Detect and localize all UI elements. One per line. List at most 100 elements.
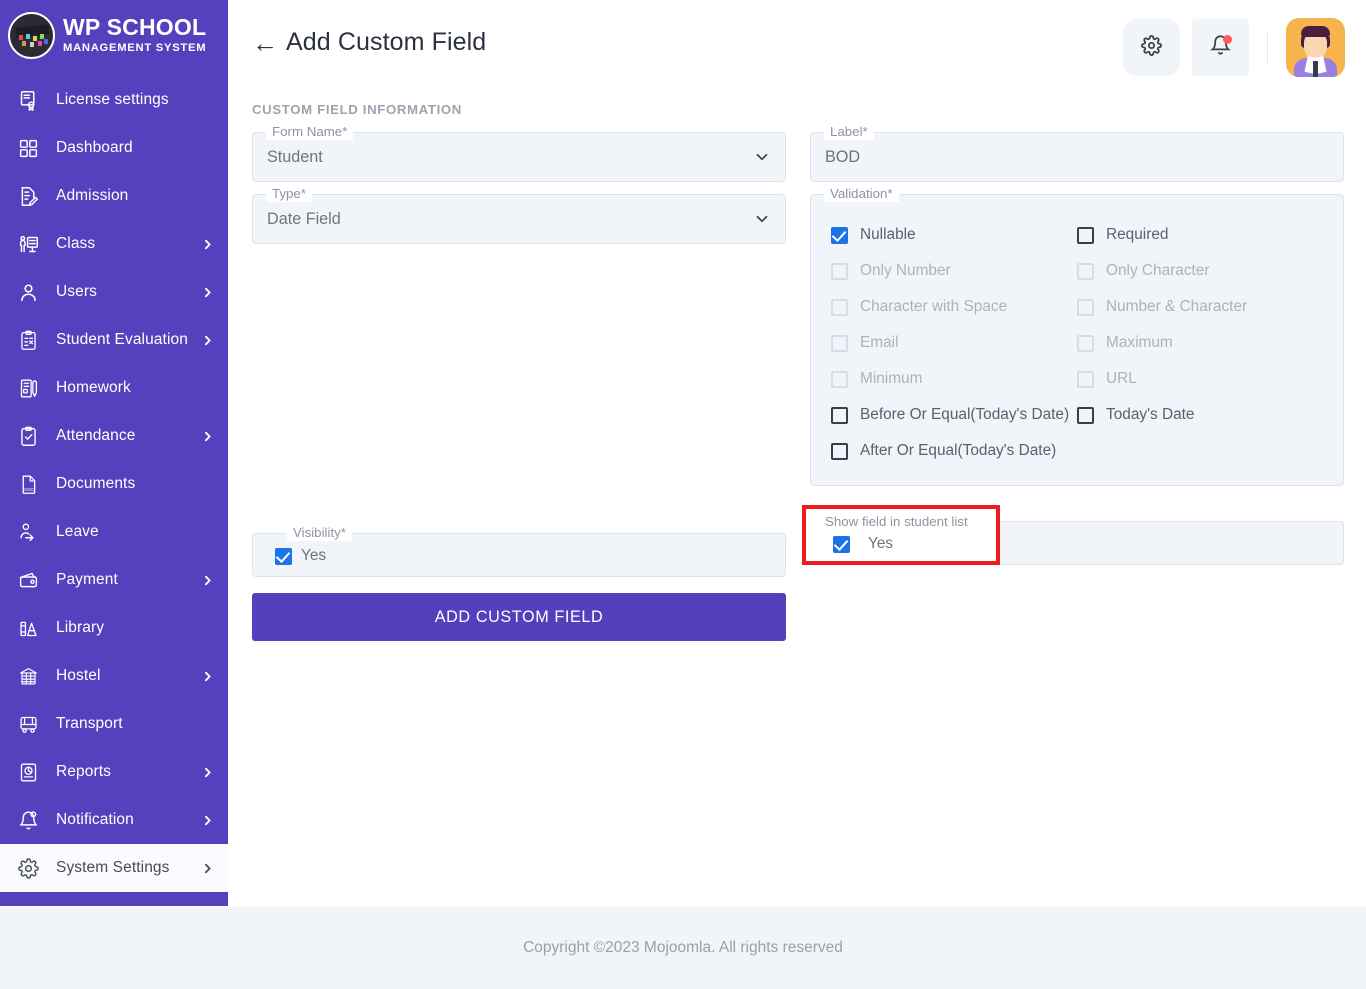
validation-checkbox[interactable]: [1077, 226, 1094, 244]
gear-icon: [1141, 34, 1162, 61]
validation-checkbox[interactable]: [831, 406, 848, 424]
type-select[interactable]: Type* Date Field: [252, 186, 786, 244]
validation-checkbox[interactable]: [831, 442, 848, 460]
label-value[interactable]: BOD: [811, 133, 1343, 181]
validation-checkbox[interactable]: [831, 226, 848, 244]
validation-option[interactable]: Before Or Equal(Today's Date): [831, 397, 1077, 433]
validation-option-label: Maximum: [1106, 334, 1173, 351]
sidebar: WP SCHOOL MANAGEMENT SYSTEM License sett…: [0, 0, 228, 906]
validation-option[interactable]: After Or Equal(Today's Date): [831, 433, 1077, 469]
validation-legend: Validation*: [824, 186, 899, 202]
validation-option-label: Today's Date: [1106, 406, 1195, 423]
notifications-button[interactable]: [1192, 19, 1249, 76]
validation-option[interactable]: Minimum: [831, 361, 1077, 397]
sidebar-item-class[interactable]: Class: [0, 220, 228, 268]
graduation-cap-logo-icon: [8, 11, 55, 59]
label-field[interactable]: Label* BOD: [810, 124, 1344, 182]
sidebar-item-label: Reports: [56, 763, 111, 780]
header-divider: [1267, 30, 1268, 65]
sidebar-item-payment[interactable]: Payment: [0, 556, 228, 604]
sidebar-item-attendance[interactable]: Attendance: [0, 412, 228, 460]
sidebar-item-leave[interactable]: Leave: [0, 508, 228, 556]
show-in-student-list-label: Yes: [868, 535, 894, 552]
sidebar-item-transport[interactable]: Transport: [0, 700, 228, 748]
back-arrow-icon[interactable]: ←: [252, 30, 280, 56]
header-actions: [1123, 18, 1345, 77]
visibility-yes-label: Yes: [301, 547, 327, 564]
report-chart-icon: [14, 759, 42, 785]
footer: Copyright ©2023 Mojoomla. All rights res…: [0, 906, 1366, 989]
app-root: WP SCHOOL MANAGEMENT SYSTEM License sett…: [0, 0, 1366, 989]
sidebar-item-label: License settings: [56, 91, 169, 108]
validation-checkbox[interactable]: [831, 370, 848, 388]
sidebar-item-hostel[interactable]: Hostel: [0, 652, 228, 700]
validation-option[interactable]: Nullable: [831, 217, 1077, 253]
visibility-yes-checkbox[interactable]: [275, 547, 292, 565]
sidebar-item-users[interactable]: Users: [0, 268, 228, 316]
brand[interactable]: WP SCHOOL MANAGEMENT SYSTEM: [0, 0, 228, 70]
validation-option[interactable]: Only Character: [1077, 253, 1323, 289]
validation-checkbox[interactable]: [1077, 370, 1094, 388]
show-in-student-list-field[interactable]: Show field in student list Yes: [802, 505, 1344, 565]
sidebar-item-student-evaluation[interactable]: Student Evaluation: [0, 316, 228, 364]
chevron-right-icon: [200, 237, 214, 251]
sidebar-item-library[interactable]: Library: [0, 604, 228, 652]
validation-option[interactable]: Email: [831, 325, 1077, 361]
settings-button[interactable]: [1123, 19, 1180, 76]
show-in-student-list-checkbox[interactable]: [833, 535, 850, 553]
validation-option-label: Only Number: [860, 262, 951, 279]
validation-option[interactable]: Character with Space: [831, 289, 1077, 325]
sidebar-item-admission[interactable]: Admission: [0, 172, 228, 220]
chevron-right-icon: [200, 429, 214, 443]
validation-option-label: Number & Character: [1106, 298, 1248, 315]
validation-checkbox[interactable]: [831, 334, 848, 352]
validation-option[interactable]: Number & Character: [1077, 289, 1323, 325]
validation-option[interactable]: Today's Date: [1077, 397, 1323, 433]
form-left-column: Form Name* Student Type* Date Field Visi…: [252, 124, 786, 641]
chevron-down-icon: [753, 210, 771, 228]
sidebar-item-license-settings[interactable]: License settings: [0, 76, 228, 124]
visibility-field[interactable]: Visibility* Yes: [252, 525, 786, 577]
validation-option-label: URL: [1106, 370, 1137, 387]
sidebar-item-label: Class: [56, 235, 96, 252]
validation-options-grid: Nullable Required Only Number Only Characte…: [831, 217, 1323, 469]
chevron-right-icon: [200, 669, 214, 683]
validation-option[interactable]: Required: [1077, 217, 1323, 253]
validation-option-label: Character with Space: [860, 298, 1008, 315]
bell-icon: [14, 807, 42, 833]
sidebar-item-label: Transport: [56, 715, 123, 732]
sidebar-item-label: Homework: [56, 379, 131, 396]
form-name-value: Student: [267, 147, 323, 166]
chevron-right-icon: [200, 285, 214, 299]
sidebar-item-documents[interactable]: DOC Documents: [0, 460, 228, 508]
type-legend: Type*: [266, 186, 313, 202]
chevron-right-icon: [200, 765, 214, 779]
validation-checkbox[interactable]: [831, 262, 848, 280]
wallet-icon: [14, 567, 42, 593]
form-name-select[interactable]: Form Name* Student: [252, 124, 786, 182]
sidebar-item-homework[interactable]: Homework: [0, 364, 228, 412]
chevron-right-icon: [200, 813, 214, 827]
chevron-right-icon: [200, 573, 214, 587]
validation-option[interactable]: Maximum: [1077, 325, 1323, 361]
validation-option[interactable]: URL: [1077, 361, 1323, 397]
hostel-building-icon: [14, 663, 42, 689]
validation-checkbox[interactable]: [1077, 334, 1094, 352]
avatar[interactable]: [1286, 18, 1345, 77]
form-name-legend: Form Name*: [266, 124, 354, 140]
sidebar-item-reports[interactable]: Reports: [0, 748, 228, 796]
form-right-column: Label* BOD Validation* Nullable Required O…: [802, 124, 1344, 641]
validation-option[interactable]: Only Number: [831, 253, 1077, 289]
sidebar-item-system-settings[interactable]: System Settings: [0, 844, 228, 892]
sidebar-item-label: Payment: [56, 571, 118, 588]
validation-checkbox[interactable]: [1077, 262, 1094, 280]
sidebar-item-notification[interactable]: Notification: [0, 796, 228, 844]
add-custom-field-button[interactable]: ADD CUSTOM FIELD: [252, 593, 786, 641]
sidebar-item-dashboard[interactable]: Dashboard: [0, 124, 228, 172]
validation-checkbox[interactable]: [1077, 298, 1094, 316]
validation-checkbox[interactable]: [831, 298, 848, 316]
book-pencil-icon: [14, 375, 42, 401]
grid-squares-icon: [14, 135, 42, 161]
validation-checkbox[interactable]: [1077, 406, 1094, 424]
clipboard-tick-icon: [14, 423, 42, 449]
